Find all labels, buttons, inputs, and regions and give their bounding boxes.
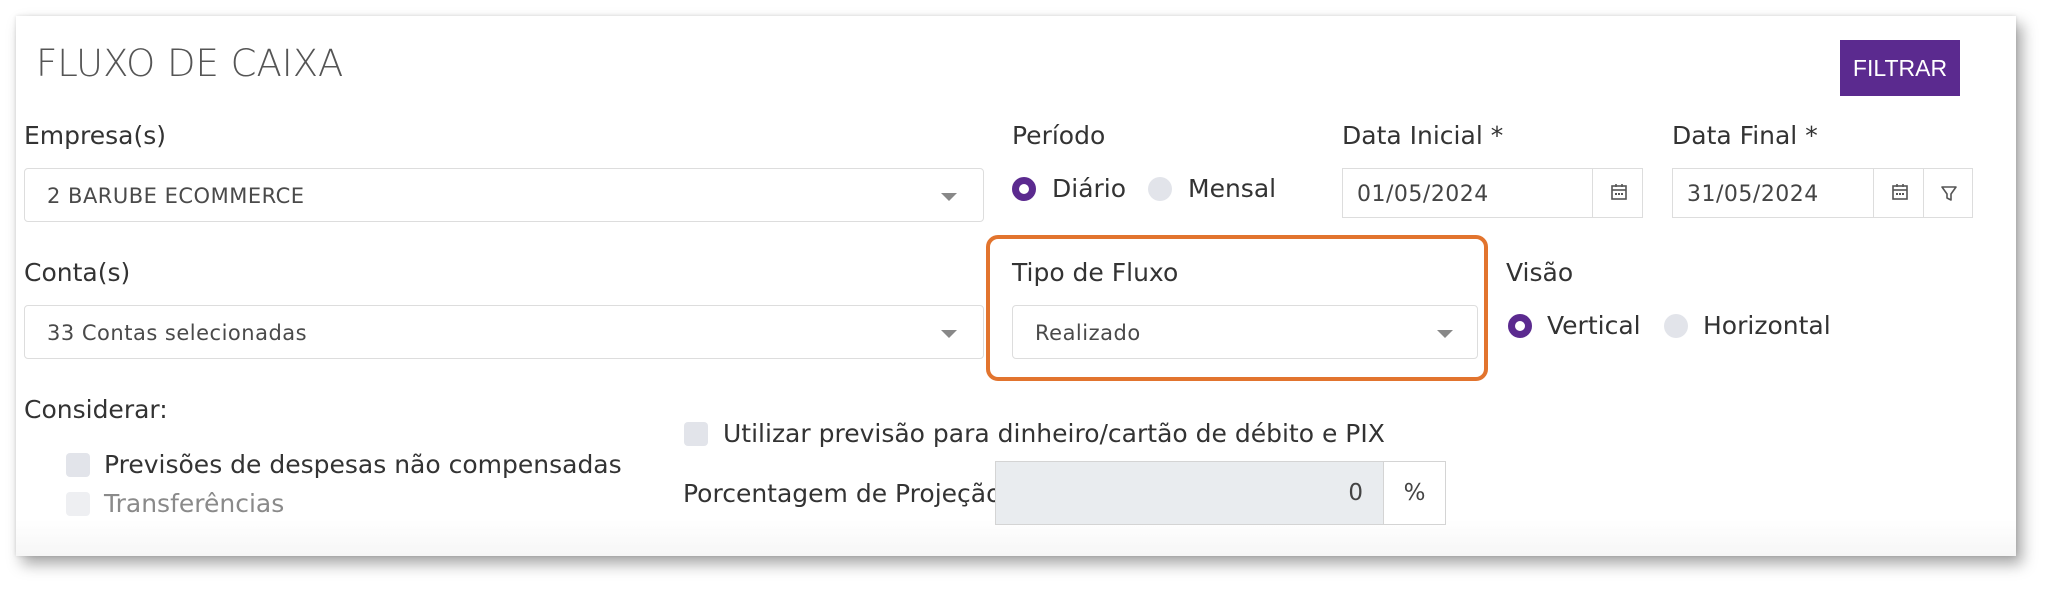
- previsao-pix-label: Utilizar previsão para dinheiro/cartão d…: [723, 419, 1385, 448]
- percent-addon: %: [1383, 461, 1446, 525]
- data-final-input[interactable]: 31/05/2024: [1672, 168, 1874, 218]
- caret-down-icon: [941, 193, 957, 201]
- tipo-fluxo-label: Tipo de Fluxo: [1012, 258, 1179, 287]
- transferencias-checkbox[interactable]: [66, 492, 90, 516]
- filter-button[interactable]: FILTRAR: [1840, 40, 1960, 96]
- page-title: FLUXO DE CAIXA: [36, 42, 344, 85]
- visao-horizontal-radio[interactable]: [1664, 314, 1688, 338]
- projecao-input[interactable]: 0: [995, 461, 1384, 525]
- caret-down-icon: [1437, 330, 1453, 338]
- data-inicial-calendar-button[interactable]: [1592, 168, 1643, 218]
- tipo-fluxo-select[interactable]: Realizado: [1012, 305, 1478, 359]
- periodo-diario-label: Diário: [1052, 174, 1127, 203]
- periodo-label: Período: [1012, 121, 1106, 150]
- data-inicial-label: Data Inicial *: [1342, 121, 1504, 150]
- considerar-label: Considerar:: [24, 395, 168, 424]
- empresa-select-value: 2 BARUBE ECOMMERCE: [47, 184, 305, 208]
- periodo-diario-radio[interactable]: [1012, 177, 1036, 201]
- data-final-label: Data Final *: [1672, 121, 1818, 150]
- calendar-icon: [1892, 184, 1908, 200]
- visao-vertical-label: Vertical: [1547, 311, 1641, 340]
- projecao-label: Porcentagem de Projeção: [683, 479, 1002, 508]
- panel-footer: [16, 520, 2016, 556]
- projecao-value: 0: [1348, 480, 1363, 506]
- data-inicial-value: 01/05/2024: [1357, 182, 1489, 207]
- empresa-select[interactable]: 2 BARUBE ECOMMERCE: [24, 168, 984, 222]
- data-final-calendar-button[interactable]: [1873, 168, 1924, 218]
- previsao-pix-checkbox[interactable]: [684, 422, 708, 446]
- caret-down-icon: [941, 330, 957, 338]
- data-inicial-input[interactable]: 01/05/2024: [1342, 168, 1593, 218]
- data-final-value: 31/05/2024: [1687, 182, 1819, 207]
- visao-horizontal-label: Horizontal: [1703, 311, 1831, 340]
- filter-icon: [1941, 186, 1957, 201]
- periodo-mensal-radio[interactable]: [1148, 177, 1172, 201]
- conta-select[interactable]: 33 Contas selecionadas: [24, 305, 984, 359]
- date-filter-button[interactable]: [1923, 168, 1973, 218]
- empresa-label: Empresa(s): [24, 121, 167, 150]
- periodo-mensal-label: Mensal: [1188, 174, 1277, 203]
- conta-select-value: 33 Contas selecionadas: [47, 321, 308, 345]
- previsoes-despesas-checkbox[interactable]: [66, 453, 90, 477]
- previsoes-despesas-label: Previsões de despesas não compensadas: [104, 450, 622, 479]
- conta-label: Conta(s): [24, 258, 131, 287]
- tipo-fluxo-value: Realizado: [1035, 321, 1141, 345]
- transferencias-label: Transferências: [104, 489, 285, 518]
- visao-label: Visão: [1506, 258, 1574, 287]
- visao-vertical-radio[interactable]: [1508, 314, 1532, 338]
- calendar-icon: [1611, 184, 1627, 200]
